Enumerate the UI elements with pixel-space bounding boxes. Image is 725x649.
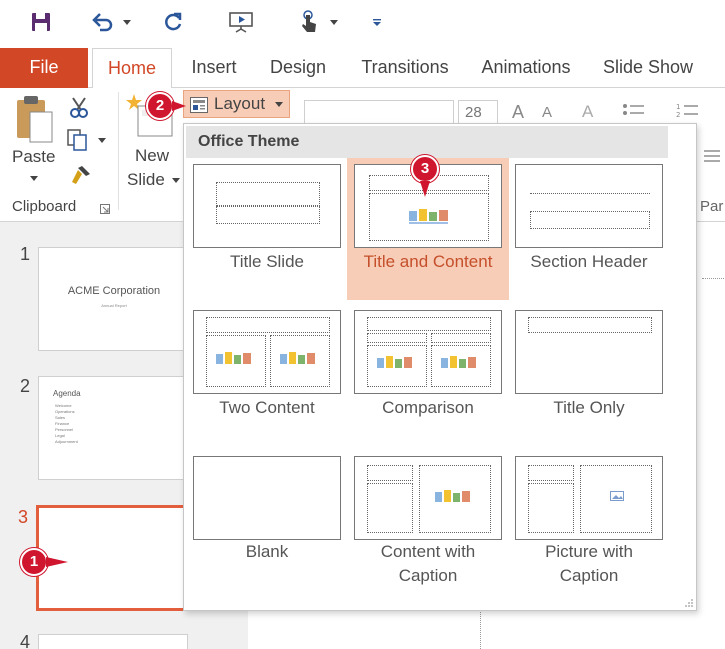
slide-number-4: 4: [20, 632, 31, 649]
tab-insert[interactable]: Insert: [188, 48, 240, 88]
callout-2-arrow: [172, 101, 186, 111]
slide-thumb-4[interactable]: [38, 634, 188, 649]
layout-title-slide-label: Title Slide: [229, 252, 304, 271]
new-slide-dropdown-icon[interactable]: [172, 178, 180, 183]
tab-transitions[interactable]: Transitions: [356, 48, 454, 88]
tab-home[interactable]: Home: [92, 48, 172, 89]
clear-formatting-icon[interactable]: A: [582, 102, 593, 122]
copy-dropdown-icon[interactable]: [98, 138, 106, 143]
layout-two-content-preview: [193, 310, 341, 394]
tab-file[interactable]: File: [0, 48, 88, 88]
layout-section-header-label: Section Header: [530, 252, 648, 271]
new-slide-label-line2[interactable]: Slide: [127, 170, 165, 190]
layout-title-only[interactable]: Title Only: [508, 304, 670, 446]
numbering-icon[interactable]: 12: [676, 102, 702, 122]
layout-label: Layout: [214, 94, 266, 113]
layout-content-with-caption-label-1: Content with: [380, 542, 476, 561]
resize-grip-icon[interactable]: [685, 599, 693, 607]
callout-3-arrow: [420, 181, 430, 197]
align-icon[interactable]: [702, 148, 722, 164]
layout-title-slide[interactable]: Title Slide: [186, 158, 348, 300]
layout-content-with-caption[interactable]: Content with Caption: [347, 450, 509, 592]
layout-title-only-label: Title Only: [553, 398, 625, 417]
redo-icon[interactable]: [160, 8, 186, 36]
layout-two-content-label: Two Content: [219, 398, 315, 417]
paragraph-group-label: Par: [700, 198, 724, 215]
bullets-icon[interactable]: [622, 102, 648, 122]
svg-text:2: 2: [676, 111, 680, 119]
layout-picture-with-caption-preview: [515, 456, 663, 540]
touch-mode-icon[interactable]: [296, 8, 322, 36]
paste-icon[interactable]: [14, 94, 54, 144]
layout-title-and-content-label: Title and Content: [363, 252, 493, 271]
layout-gallery-menu: Office Theme Title Slide Title and Conte…: [183, 123, 697, 611]
layout-title-slide-preview: [193, 164, 341, 248]
layout-icon: [190, 97, 208, 113]
undo-icon[interactable]: [90, 8, 116, 36]
callout-2: 2: [146, 92, 174, 120]
ribbon-tabs: File Home Insert Design Transitions Anim…: [0, 48, 725, 89]
layout-comparison-label: Comparison: [382, 398, 474, 417]
layout-two-content[interactable]: Two Content: [186, 304, 348, 446]
tab-animations[interactable]: Animations: [476, 48, 576, 88]
tab-design[interactable]: Design: [264, 48, 332, 88]
layout-button[interactable]: Layout: [183, 90, 290, 118]
layout-content-with-caption-label-2: Caption: [398, 566, 458, 585]
copy-icon[interactable]: [66, 128, 92, 152]
clipboard-group-label: Clipboard: [12, 198, 77, 215]
tab-slide-show[interactable]: Slide Show: [600, 48, 696, 88]
slide-thumb-2[interactable]: Agenda Welcome Operations Sales Finance …: [38, 376, 188, 480]
layout-section-header-preview: [515, 164, 663, 248]
layout-dropdown-icon: [275, 102, 283, 107]
paste-label[interactable]: Paste: [12, 147, 55, 167]
increase-font-icon[interactable]: A: [512, 102, 524, 123]
office-theme-header: Office Theme: [186, 126, 668, 158]
layout-content-with-caption-preview: [354, 456, 502, 540]
touch-dropdown-icon[interactable]: [330, 20, 338, 25]
dialog-launcher-icon[interactable]: [100, 201, 110, 214]
format-painter-icon[interactable]: [68, 162, 94, 186]
new-slide-label-line1[interactable]: New: [135, 146, 169, 166]
quick-access-toolbar: [0, 0, 725, 44]
customize-qat-icon[interactable]: [370, 8, 384, 36]
slide-number-2: 2: [20, 376, 31, 396]
layout-blank[interactable]: Blank: [186, 450, 348, 592]
paste-dropdown-icon[interactable]: [30, 176, 38, 181]
slide-thumb-1[interactable]: ACME Corporation Annual Report: [38, 247, 188, 351]
callout-1-arrow: [46, 557, 68, 567]
cut-icon[interactable]: [66, 96, 92, 118]
layout-section-header[interactable]: Section Header: [508, 158, 670, 300]
layout-blank-preview: [193, 456, 341, 540]
slide2-title: Agenda: [53, 389, 81, 398]
slide-number-1: 1: [20, 244, 31, 264]
layout-blank-label: Blank: [245, 542, 289, 561]
layout-picture-with-caption-label-1: Picture with: [545, 542, 633, 561]
callout-3: 3: [411, 155, 439, 183]
undo-dropdown-icon[interactable]: [123, 20, 131, 25]
layout-comparison-preview: [354, 310, 502, 394]
save-icon[interactable]: [28, 8, 54, 36]
slide1-title: ACME Corporation: [67, 285, 161, 297]
slide2-bullets: Welcome Operations Sales Finance Personn…: [55, 403, 78, 444]
svg-text:1: 1: [676, 103, 680, 111]
slide1-subtitle: Annual Report: [101, 303, 127, 308]
layout-picture-with-caption-label-2: Caption: [559, 566, 619, 585]
slide-number-3: 3: [18, 507, 29, 527]
layout-picture-with-caption[interactable]: Picture with Caption: [508, 450, 670, 592]
callout-1: 1: [20, 548, 48, 576]
layout-comparison[interactable]: Comparison: [347, 304, 509, 446]
presentation-icon[interactable]: [226, 8, 256, 36]
decrease-font-icon[interactable]: A: [542, 104, 552, 121]
layout-title-only-preview: [515, 310, 663, 394]
